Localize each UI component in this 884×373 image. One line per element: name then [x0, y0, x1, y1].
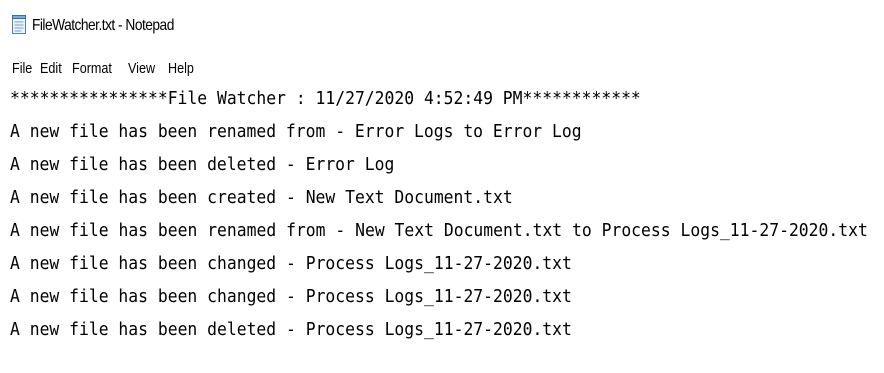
menu-help[interactable]: Help — [168, 60, 194, 78]
menu-bar: File Edit Format View Help — [0, 55, 884, 81]
document-line: ****************File Watcher : 11/27/202… — [10, 88, 641, 109]
title-bar: FileWatcher.txt - Notepad — [0, 0, 884, 52]
text-editor[interactable]: ****************File Watcher : 11/27/202… — [0, 84, 884, 373]
menu-edit[interactable]: Edit — [40, 60, 62, 78]
document-line: A new file has been deleted - Process Lo… — [10, 319, 572, 340]
menu-format[interactable]: Format — [72, 60, 112, 78]
window-title: FileWatcher.txt - Notepad — [32, 17, 174, 34]
document-line: A new file has been changed - Process Lo… — [10, 286, 572, 307]
document-line: A new file has been changed - Process Lo… — [10, 253, 572, 274]
notepad-icon — [12, 15, 26, 34]
document-line: A new file has been renamed from - New T… — [10, 220, 868, 241]
document-line: A new file has been created - New Text D… — [10, 187, 513, 208]
menu-view[interactable]: View — [128, 60, 155, 78]
document-line: A new file has been deleted - Error Log — [10, 154, 395, 175]
document-line: A new file has been renamed from - Error… — [10, 121, 582, 142]
menu-file[interactable]: File — [12, 60, 32, 78]
